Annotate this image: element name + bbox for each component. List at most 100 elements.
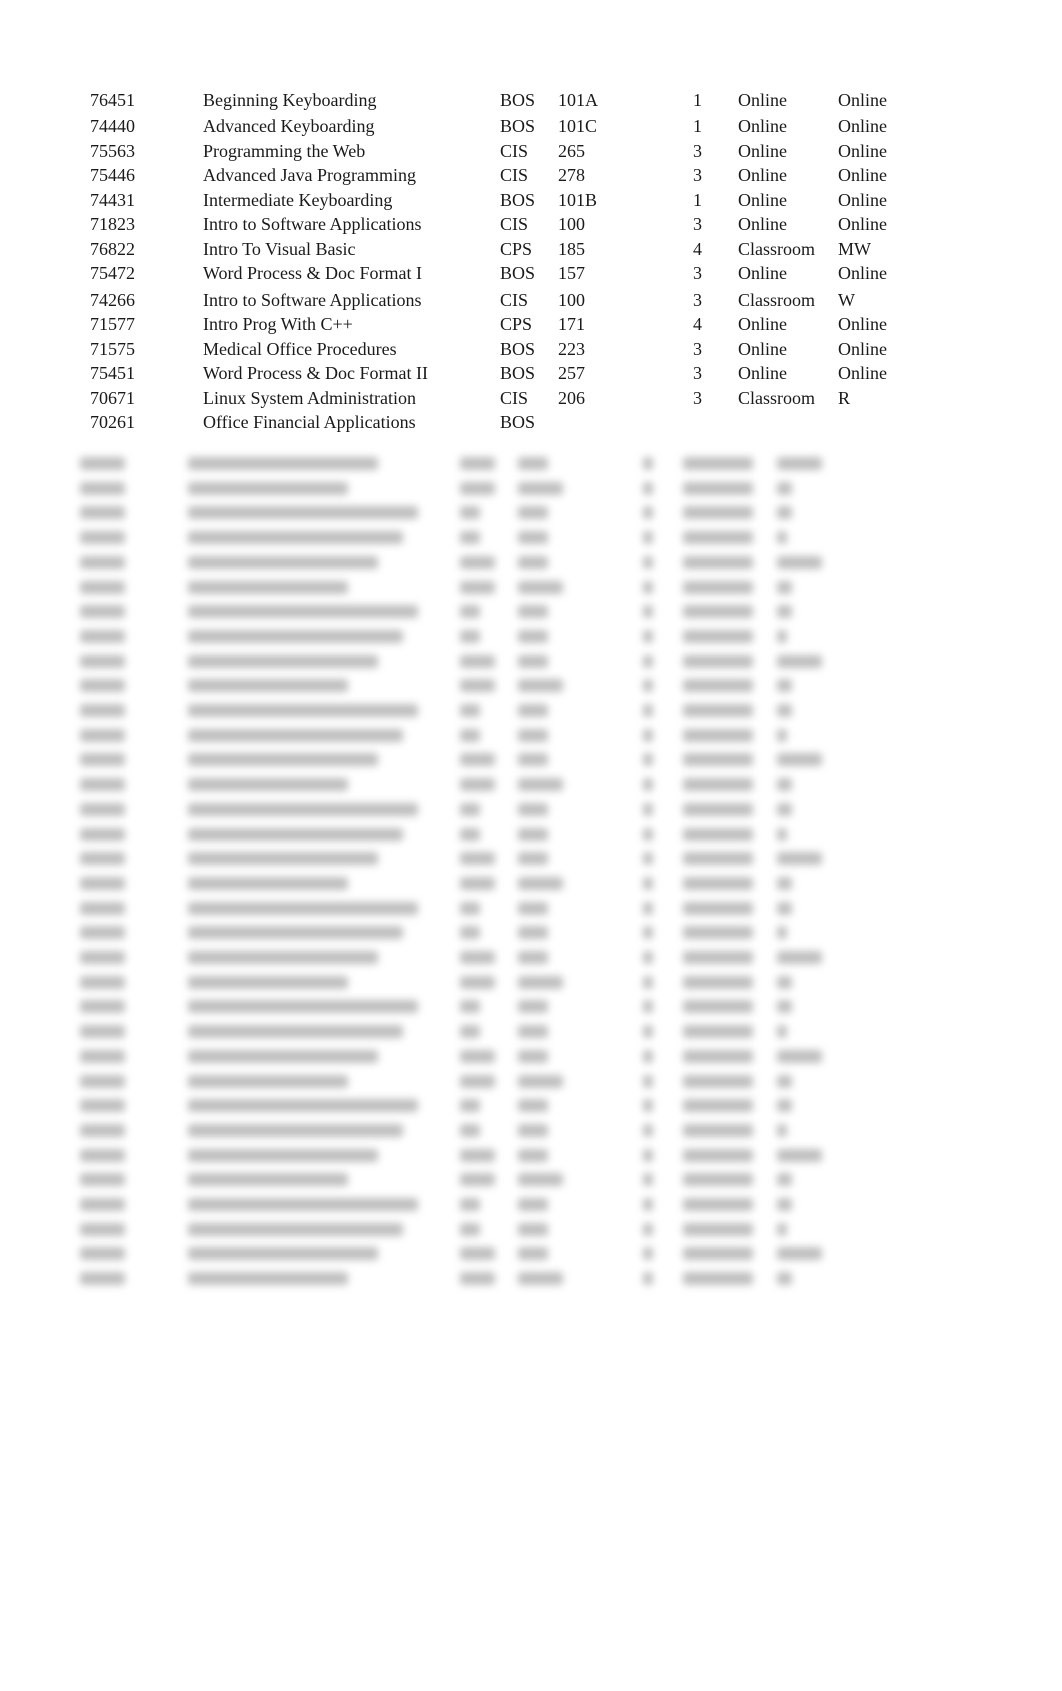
blurred-cell xyxy=(777,926,787,940)
blurred-cell xyxy=(518,1123,548,1137)
table-row: 75446 Advanced Java Programming CIS 278 3 Onl… xyxy=(0,163,1062,187)
blurred-cell xyxy=(683,975,753,989)
blurred-cell xyxy=(683,555,753,569)
blurred-cell xyxy=(188,1247,378,1261)
blurred-cell xyxy=(683,654,753,668)
course-number-cell: 101B xyxy=(558,190,598,210)
blurred-cell xyxy=(460,629,480,643)
blurred-cell xyxy=(683,1000,753,1014)
blurred-cell xyxy=(188,926,403,940)
days-cell: Online xyxy=(838,339,887,359)
subject-cell: BOS xyxy=(500,339,536,359)
days-cell: Online xyxy=(838,263,887,283)
blurred-cell xyxy=(643,852,653,866)
course-number-cell: 257 xyxy=(558,363,585,383)
blurred-cell xyxy=(188,679,348,693)
days-cell: Online xyxy=(838,165,887,185)
units-cell: 3 xyxy=(693,339,702,359)
blurred-cell xyxy=(643,728,653,742)
blurred-cell xyxy=(460,605,480,619)
blurred-cell xyxy=(518,802,548,816)
blurred-cell xyxy=(460,1000,480,1014)
table-row: 75451 Word Process & Doc Format II BOS 257 3… xyxy=(0,361,1062,385)
blurred-cell xyxy=(683,679,753,693)
units-cell: 3 xyxy=(693,388,702,408)
blurred-cell xyxy=(777,1198,792,1211)
blurred-row xyxy=(80,1023,910,1039)
blurred-cell xyxy=(777,1173,792,1187)
blurred-cell xyxy=(518,481,563,495)
units-cell: 3 xyxy=(693,214,702,234)
blurred-cell xyxy=(80,901,125,915)
blurred-cell xyxy=(460,654,495,668)
blurred-cell xyxy=(643,901,653,915)
blurred-cell xyxy=(188,728,403,742)
title-cell: Word Process & Doc Format II xyxy=(203,363,429,383)
blurred-cell xyxy=(460,1148,495,1162)
blurred-cell xyxy=(518,1025,548,1039)
blurred-cell xyxy=(460,531,480,545)
blurred-cell xyxy=(80,580,125,594)
blurred-cell xyxy=(80,1272,125,1286)
subject-cell: CIS xyxy=(500,165,529,185)
blurred-cell xyxy=(777,1247,822,1261)
mode-cell: Online xyxy=(738,141,787,161)
blurred-cell xyxy=(188,975,348,989)
blurred-cell xyxy=(777,802,792,816)
blurred-cell xyxy=(777,975,792,989)
units-cell: 4 xyxy=(693,314,702,334)
blurred-cell xyxy=(80,531,125,545)
blurred-cell xyxy=(460,704,480,717)
blurred-row xyxy=(80,628,910,644)
blurred-cell xyxy=(518,753,548,767)
blurred-cell xyxy=(683,827,753,841)
units-cell: 1 xyxy=(693,90,702,110)
blurred-cell xyxy=(643,1247,653,1261)
blurred-cell xyxy=(80,654,125,668)
blurred-cell xyxy=(643,926,653,940)
title-cell: Office Financial Applications xyxy=(203,412,416,432)
blurred-row xyxy=(80,603,910,619)
blurred-cell xyxy=(80,951,125,964)
blurred-cell xyxy=(518,1074,563,1088)
course-number-cell: 206 xyxy=(558,388,585,408)
course-number-cell: 223 xyxy=(558,339,585,359)
blurred-cell xyxy=(683,951,753,964)
blurred-cell xyxy=(188,1049,378,1063)
blurred-row xyxy=(80,480,910,496)
blurred-cell xyxy=(643,629,653,643)
units-cell: 3 xyxy=(693,290,702,310)
blurred-row xyxy=(80,554,910,570)
blurred-cell xyxy=(80,1198,125,1211)
blurred-cell xyxy=(460,975,495,989)
blurred-cell xyxy=(683,704,753,717)
table-row: 74431 Intermediate Keyboarding BOS 101B 1 Onl… xyxy=(0,188,1062,212)
blurred-cell xyxy=(643,1025,653,1039)
blurred-cell xyxy=(683,728,753,742)
blurred-row xyxy=(80,579,910,595)
blurred-cell xyxy=(188,1148,378,1162)
blurred-cell xyxy=(777,1272,792,1286)
blurred-cell xyxy=(80,1247,125,1261)
blurred-cell xyxy=(643,1049,653,1063)
crn-cell: 76451 xyxy=(90,90,135,110)
blurred-cell xyxy=(518,901,548,915)
blurred-cell xyxy=(643,975,653,989)
course-number-cell: 185 xyxy=(558,239,585,259)
title-cell: Word Process & Doc Format I xyxy=(203,263,423,283)
table-row: 71575 Medical Office Procedures BOS 223 3 Onl… xyxy=(0,337,1062,361)
blurred-cell xyxy=(460,1222,480,1236)
blurred-cell xyxy=(188,802,418,816)
blurred-cell xyxy=(643,481,653,495)
mode-cell: Online xyxy=(738,165,787,185)
course-number-cell: 100 xyxy=(558,214,585,234)
blurred-cell xyxy=(188,629,403,643)
days-cell: MW xyxy=(838,239,871,259)
blurred-cell xyxy=(777,778,792,792)
blurred-cell xyxy=(460,1049,495,1063)
blurred-cell xyxy=(777,1222,787,1236)
blurred-row xyxy=(80,529,910,545)
blurred-row xyxy=(80,1048,910,1064)
subject-cell: BOS xyxy=(500,190,536,210)
title-cell: Programming the Web xyxy=(203,141,366,161)
